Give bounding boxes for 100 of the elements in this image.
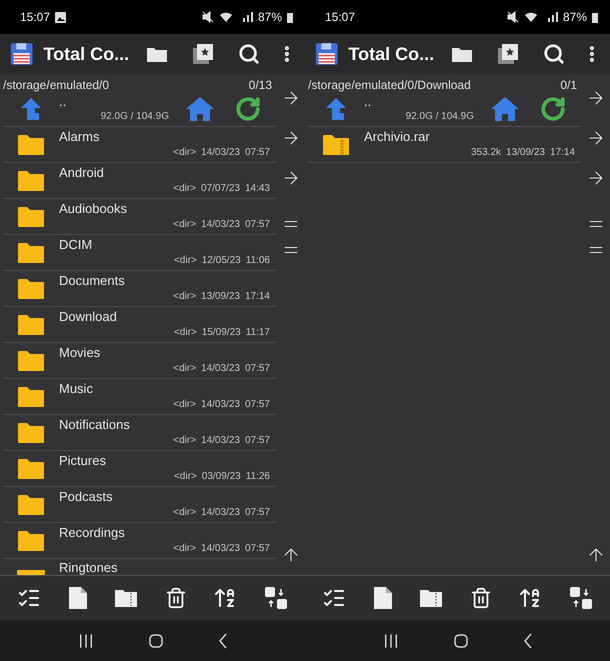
- archive-folder-icon[interactable]: [419, 588, 444, 608]
- file-name: Audiobooks: [59, 201, 128, 216]
- back-icon[interactable]: [218, 632, 228, 648]
- file-name: Android: [59, 165, 105, 180]
- file-row[interactable]: Alarms <dir> 14/03/23 07:57: [3, 127, 276, 163]
- folder-icon: [17, 314, 45, 336]
- file-size: <dir>: [173, 543, 196, 554]
- refresh-icon[interactable]: [540, 96, 566, 122]
- folder-icon: [17, 458, 45, 480]
- file-name: Alarms: [59, 129, 100, 144]
- file-size: <dir>: [173, 183, 196, 194]
- delete-icon[interactable]: [470, 587, 492, 609]
- folder-icon[interactable]: [451, 45, 474, 63]
- disk-space: 92.0G / 104.9G: [406, 111, 474, 122]
- selection-count: 0/13: [248, 78, 272, 92]
- file-date: 13/09/23: [506, 147, 545, 158]
- document-icon[interactable]: [68, 586, 88, 610]
- file-time: 11:06: [246, 255, 270, 266]
- folder-icon: [17, 278, 45, 300]
- file-time: 07:57: [244, 435, 270, 446]
- file-name: Movies: [59, 345, 102, 360]
- file-row[interactable]: Archivio.rar 353.2k 13/09/23 17:14: [308, 127, 581, 163]
- file-row[interactable]: Documents <dir> 13/09/23 17:14: [3, 271, 276, 307]
- home-icon[interactable]: [185, 96, 215, 122]
- file-date: 03/09/23: [202, 471, 241, 482]
- battery-icon: [592, 12, 598, 22]
- app-title: Total Co...: [348, 44, 434, 64]
- bookmark-star-icon[interactable]: [497, 43, 520, 65]
- folder-icon: [17, 530, 45, 552]
- home-icon[interactable]: [490, 96, 520, 122]
- file-time: 11:26: [246, 471, 270, 482]
- file-row[interactable]: Podcasts <dir> 14/03/23 07:57: [3, 487, 276, 523]
- file-size: <dir>: [174, 327, 197, 338]
- parent-folder-name[interactable]: ..: [364, 94, 474, 109]
- file-size: <dir>: [173, 291, 196, 302]
- delete-icon[interactable]: [164, 587, 187, 609]
- file-date: 14/03/23: [201, 363, 240, 374]
- file-row[interactable]: Movies <dir> 14/03/23 07:57: [3, 343, 276, 379]
- file-size: <dir>: [173, 399, 196, 410]
- refresh-icon[interactable]: [235, 96, 261, 122]
- file-date: 14/03/23: [201, 147, 240, 158]
- swap-icon[interactable]: [264, 586, 288, 610]
- search-icon[interactable]: [543, 43, 566, 65]
- file-row[interactable]: DCIM <dir> 12/05/23 11:06: [3, 235, 276, 271]
- file-name: Podcasts: [59, 489, 114, 504]
- folder-icon: [17, 494, 45, 516]
- app-title: Total Co...: [43, 44, 130, 64]
- file-name: Recordings: [59, 525, 126, 540]
- folder-icon: [17, 206, 45, 228]
- document-icon[interactable]: [372, 586, 393, 610]
- file-row[interactable]: Notifications <dir> 14/03/23 07:57: [3, 415, 276, 451]
- image-icon: [55, 12, 66, 22]
- folder-icon[interactable]: [146, 45, 168, 63]
- file-time: 07:57: [244, 543, 270, 554]
- file-time: 07:57: [244, 507, 270, 518]
- back-icon[interactable]: [522, 632, 533, 648]
- file-time: 14:43: [244, 183, 270, 194]
- file-size: <dir>: [173, 363, 196, 374]
- file-date: 14/03/23: [201, 507, 240, 518]
- file-row[interactable]: Download <dir> 15/09/23 11:17: [3, 307, 276, 343]
- file-row[interactable]: Android <dir> 07/07/23 14:43: [3, 163, 276, 199]
- archive-icon: [322, 134, 350, 156]
- file-name: Pictures: [59, 453, 107, 468]
- file-date: 15/09/23: [202, 327, 241, 338]
- status-time: 15:07: [20, 10, 50, 24]
- folder-icon: [17, 422, 45, 444]
- file-size: <dir>: [173, 147, 196, 158]
- file-size: <dir>: [173, 219, 196, 230]
- file-row[interactable]: Audiobooks <dir> 14/03/23 07:57: [3, 199, 276, 235]
- file-time: 11:17: [246, 327, 270, 338]
- swap-icon[interactable]: [568, 586, 593, 610]
- file-row[interactable]: Pictures <dir> 03/09/23 11:26: [3, 451, 276, 487]
- home-button-icon[interactable]: [454, 634, 468, 648]
- wifi-signal-icon: [218, 11, 253, 23]
- folder-icon: [17, 350, 45, 372]
- up-arrow-icon[interactable]: [21, 98, 41, 120]
- search-icon[interactable]: [238, 43, 260, 65]
- file-date: 13/09/23: [201, 291, 240, 302]
- file-time: 17:14: [550, 147, 575, 158]
- folder-icon: [17, 170, 45, 192]
- file-size: 353.2k: [471, 147, 502, 158]
- battery-percent: 87%: [562, 10, 587, 24]
- home-button-icon[interactable]: [149, 634, 164, 648]
- mute-icon: [202, 11, 214, 23]
- selection-count: 0/1: [560, 78, 577, 92]
- file-date: 14/03/23: [201, 399, 240, 410]
- folder-icon: [17, 242, 45, 264]
- file-row[interactable]: Music <dir> 14/03/23 07:57: [3, 379, 276, 415]
- file-date: 14/03/23: [201, 543, 240, 554]
- parent-folder-name[interactable]: ..: [59, 94, 169, 109]
- battery-percent: 87%: [258, 10, 282, 24]
- current-path: /storage/emulated/0/Download: [308, 78, 471, 92]
- file-name: Documents: [59, 273, 126, 288]
- file-row[interactable]: Recordings <dir> 14/03/23 07:57: [3, 523, 276, 559]
- file-size: <dir>: [173, 507, 196, 518]
- up-arrow-icon[interactable]: [326, 98, 346, 120]
- file-name: Ringtones: [59, 560, 119, 575]
- file-date: 07/07/23: [201, 183, 240, 194]
- bookmark-star-icon[interactable]: [192, 43, 214, 65]
- archive-folder-icon[interactable]: [114, 588, 138, 608]
